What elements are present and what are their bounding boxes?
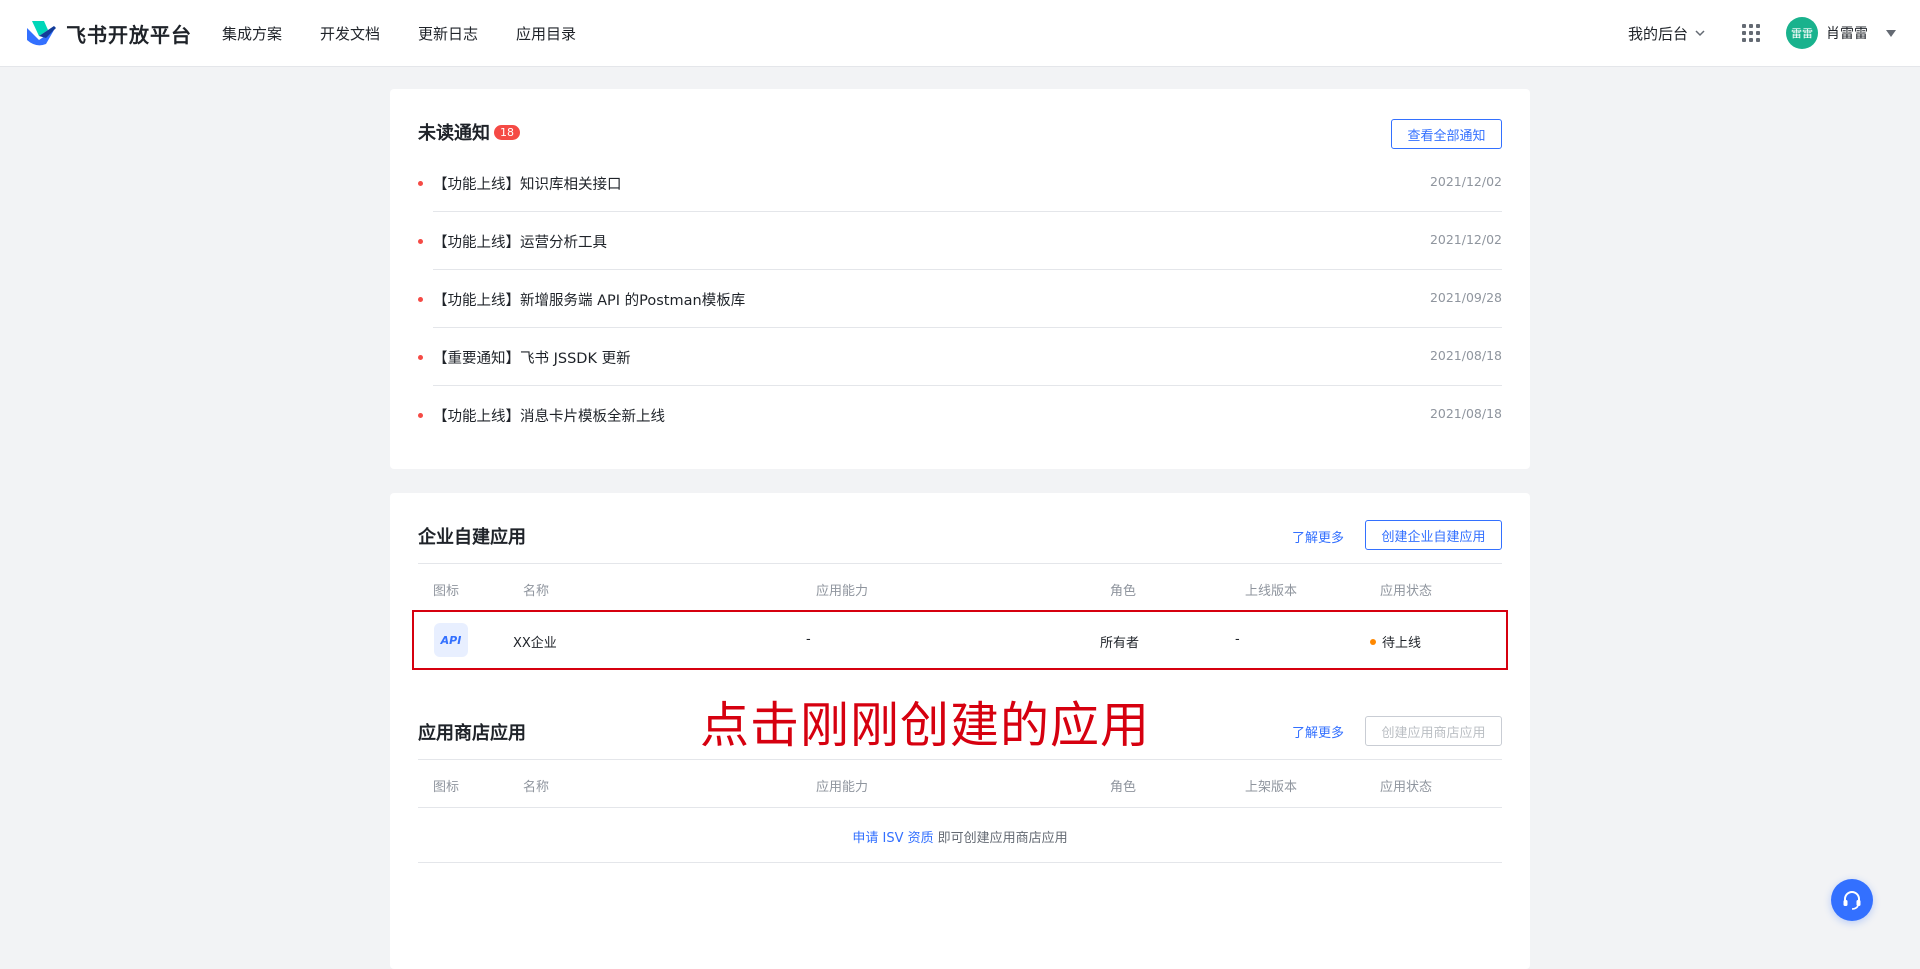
custom-apps-learn-more-link[interactable]: 了解更多 [1292, 527, 1344, 546]
notice-date: 2021/09/28 [1429, 290, 1502, 305]
custom-apps-title: 企业自建应用 [418, 527, 526, 548]
col-capability: 应用能力 [816, 584, 869, 599]
api-app-icon: API [434, 623, 468, 657]
unread-dot [418, 238, 423, 244]
notice-item[interactable]: 【功能上线】新增服务端 API 的Postman模板库 2021/09/28 [418, 270, 1502, 328]
app-grid-icon[interactable] [1742, 24, 1760, 42]
notices-title: 未读通知 18 [418, 119, 520, 145]
user-name: 肖雷雷 [1826, 26, 1868, 42]
app-name: XX企业 [513, 636, 557, 651]
col-icon: 图标 [433, 780, 460, 795]
col-icon: 图标 [433, 584, 460, 599]
nav-changelog[interactable]: 更新日志 [418, 23, 478, 44]
col-status: 应用状态 [1380, 584, 1433, 599]
app-version: - [1235, 632, 1240, 647]
table-row-xx-enterprise[interactable]: API XX企业 - 所有者 - 待上线 [412, 610, 1508, 670]
notice-text: 【功能上线】新增服务端 API 的Postman模板库 [433, 292, 746, 309]
notice-item[interactable]: 【功能上线】知识库相关接口 2021/12/02 [418, 154, 1502, 212]
unread-dot [418, 354, 423, 360]
col-role: 角色 [1110, 584, 1137, 599]
logo-text: 飞书开放平台 [66, 22, 192, 47]
unread-notices-card: 未读通知 18 查看全部通知 【功能上线】知识库相关接口 2021/12/02 【… [390, 89, 1530, 469]
col-version: 上架版本 [1245, 780, 1298, 795]
app-status-text: 待上线 [1382, 636, 1422, 651]
top-header: 飞书开放平台 集成方案 开发文档 更新日志 应用目录 我的后台 雷雷 肖雷雷 [0, 0, 1920, 67]
app-role: 所有者 [1100, 636, 1140, 651]
notice-text: 【功能上线】消息卡片模板全新上线 [433, 408, 665, 425]
user-menu[interactable]: 雷雷 肖雷雷 [1786, 17, 1896, 49]
create-custom-app-button[interactable]: 创建企业自建应用 [1365, 520, 1502, 550]
annotation-text: 点击刚刚创建的应用 [700, 697, 1151, 754]
store-apps-learn-more-link[interactable]: 了解更多 [1292, 722, 1344, 741]
unread-dot [418, 296, 423, 302]
unread-dot [418, 180, 423, 186]
my-backend-dropdown[interactable]: 我的后台 [1628, 23, 1706, 44]
notice-date: 2021/08/18 [1429, 406, 1502, 421]
notice-item[interactable]: 【功能上线】运营分析工具 2021/12/02 [418, 212, 1502, 270]
headset-icon [1843, 891, 1861, 910]
empty-state-text: 即可创建应用商店应用 [937, 831, 1068, 846]
notice-date: 2021/08/18 [1429, 348, 1502, 363]
pending-status-dot [1370, 639, 1376, 645]
backend-label: 我的后台 [1627, 24, 1688, 43]
col-name: 名称 [523, 584, 550, 599]
notice-item[interactable]: 【重要通知】飞书 JSSDK 更新 2021/08/18 [418, 328, 1502, 386]
avatar: 雷雷 [1786, 17, 1818, 49]
nav-app-directory[interactable]: 应用目录 [516, 23, 576, 44]
col-role: 角色 [1110, 780, 1137, 795]
notice-text: 【功能上线】知识库相关接口 [433, 176, 622, 193]
feishu-logo-icon [27, 21, 56, 46]
view-all-notices-button[interactable]: 查看全部通知 [1391, 119, 1502, 149]
nav-docs[interactable]: 开发文档 [320, 23, 380, 44]
nav-integration[interactable]: 集成方案 [222, 23, 282, 44]
main-nav: 集成方案 开发文档 更新日志 应用目录 [222, 0, 614, 66]
app-capability: - [806, 632, 811, 647]
col-name: 名称 [523, 780, 550, 795]
caret-down-icon [1886, 29, 1896, 37]
logo[interactable]: 飞书开放平台 [24, 18, 192, 48]
notice-text: 【重要通知】飞书 JSSDK 更新 [433, 350, 631, 367]
unread-dot [418, 412, 423, 418]
notice-date: 2021/12/02 [1429, 232, 1502, 247]
notice-text: 【功能上线】运营分析工具 [433, 234, 607, 251]
customer-support-button[interactable] [1831, 879, 1873, 921]
store-apps-table-header: 图标 名称 应用能力 角色 上架版本 应用状态 [418, 759, 1502, 808]
col-version: 上线版本 [1245, 584, 1298, 599]
store-apps-empty-state: 申请 ISV 资质 即可创建应用商店应用 [418, 811, 1502, 863]
notice-item[interactable]: 【功能上线】消息卡片模板全新上线 2021/08/18 [418, 386, 1502, 444]
col-capability: 应用能力 [816, 780, 869, 795]
notices-title-text: 未读通知 [418, 123, 490, 144]
apply-isv-link[interactable]: 申请 ISV 资质 [852, 827, 933, 846]
header-right: 我的后台 雷雷 肖雷雷 [1628, 0, 1896, 66]
app-status: 待上线 [1370, 632, 1421, 651]
unread-count-badge: 18 [494, 125, 520, 140]
notice-list: 【功能上线】知识库相关接口 2021/12/02 【功能上线】运营分析工具 20… [418, 154, 1502, 444]
custom-apps-table-header: 图标 名称 应用能力 角色 上线版本 应用状态 [418, 563, 1502, 612]
notice-date: 2021/12/02 [1429, 174, 1502, 189]
create-store-app-button[interactable]: 创建应用商店应用 [1365, 716, 1502, 746]
chevron-down-icon [1695, 30, 1705, 37]
store-apps-title: 应用商店应用 [418, 723, 526, 744]
col-status: 应用状态 [1380, 780, 1433, 795]
